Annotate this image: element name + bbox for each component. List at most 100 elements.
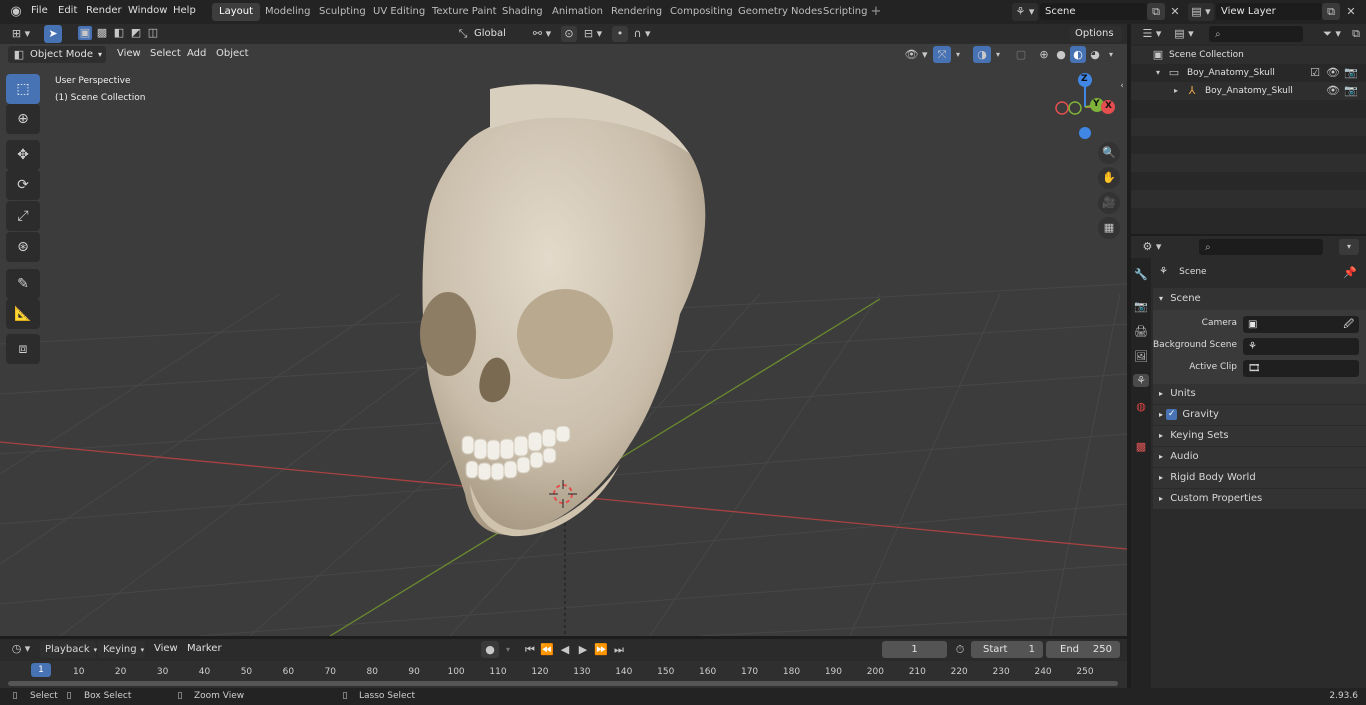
overlays-toggle-icon[interactable]: ◑ xyxy=(973,46,991,63)
custom-properties-panel-header[interactable]: ▸ Custom Properties xyxy=(1153,489,1366,509)
shading-rendered-icon[interactable]: ◕ xyxy=(1087,46,1103,63)
new-view-layer-icon[interactable]: ⧉ xyxy=(1322,3,1340,20)
display-mode-icon[interactable]: ▤ ▾ xyxy=(1171,26,1197,42)
viewport-menu-object[interactable]: Object xyxy=(216,44,249,64)
active-tool-icon[interactable]: ➤ xyxy=(44,25,62,43)
background-scene-field[interactable]: ⚘ xyxy=(1243,338,1359,355)
tab-shading[interactable]: Shading xyxy=(495,3,550,21)
prev-keyframe-icon[interactable]: ⏪ xyxy=(539,641,555,658)
shading-wireframe-icon[interactable]: ⊕ xyxy=(1036,46,1052,63)
delete-view-layer-icon[interactable]: ✕ xyxy=(1343,3,1359,20)
view-layer-selector-icon[interactable]: ▤ ▾ xyxy=(1188,3,1214,21)
tool-tab-icon[interactable]: 🔧 xyxy=(1133,268,1149,281)
jump-start-icon[interactable]: ⏮ xyxy=(522,641,538,658)
camera-field[interactable]: ▣ 🖉 xyxy=(1243,316,1359,333)
tab-rendering[interactable]: Rendering xyxy=(604,3,669,21)
eye-icon[interactable]: 👁 xyxy=(1326,64,1340,82)
tab-animation[interactable]: Animation xyxy=(545,3,610,21)
auto-keying-options-icon[interactable]: ▾ xyxy=(501,641,515,658)
pan-view-icon[interactable]: ✋ xyxy=(1098,167,1120,189)
zoom-view-icon[interactable]: 🔍 xyxy=(1098,142,1120,164)
expand-arrow-icon[interactable]: ▸ xyxy=(1171,82,1181,100)
gravity-panel-header[interactable]: ▸ ✓ Gravity xyxy=(1153,405,1366,425)
outliner-row-object[interactable]: ▸ ⅄ Boy_Anatomy_Skull 👁 📷 xyxy=(1131,82,1366,100)
transform-tool-icon[interactable]: ⊛ xyxy=(6,232,40,262)
tab-modeling[interactable]: Modeling xyxy=(258,3,318,21)
snap-target-icon[interactable]: ⊟ ▾ xyxy=(580,26,606,42)
menu-render[interactable]: Render xyxy=(86,0,122,24)
timeline-menu-playback[interactable]: Playback ▾ xyxy=(40,641,97,658)
menu-edit[interactable]: Edit xyxy=(58,0,77,24)
menu-window[interactable]: Window xyxy=(128,0,167,24)
gizmo-options-icon[interactable]: ▾ xyxy=(952,46,964,63)
new-scene-icon[interactable]: ⧉ xyxy=(1147,3,1165,20)
xray-toggle-icon[interactable]: ▢ xyxy=(1013,46,1029,63)
start-frame-field[interactable]: Start 1 xyxy=(971,641,1043,658)
properties-search-input[interactable]: ⌕ xyxy=(1199,239,1323,255)
camera-icon[interactable]: 📷 xyxy=(1344,64,1358,82)
select-mode-new-icon[interactable]: ▣ xyxy=(78,26,92,40)
tab-texture-paint[interactable]: Texture Paint xyxy=(425,3,504,21)
timeline-menu-view[interactable]: View xyxy=(154,639,178,659)
scale-tool-icon[interactable]: ⤢ xyxy=(6,201,40,231)
navigation-gizmo[interactable]: Z Y X xyxy=(1050,72,1120,142)
gizmo-toggle-icon[interactable]: ⤧ xyxy=(933,46,951,63)
next-keyframe-icon[interactable]: ⏩ xyxy=(593,641,609,658)
render-tab-icon[interactable]: 📷 xyxy=(1133,300,1149,313)
options-dropdown[interactable]: Options xyxy=(1070,26,1122,42)
record-icon[interactable]: ● xyxy=(481,641,499,658)
snap-toggle-icon[interactable]: ⊙ xyxy=(561,26,577,42)
audio-panel-header[interactable]: ▸ Audio xyxy=(1153,447,1366,467)
select-mode-extend-icon[interactable]: ▩ xyxy=(95,26,109,40)
world-tab-icon[interactable]: ◍ xyxy=(1133,400,1149,413)
outliner-search-input[interactable]: ⌕ xyxy=(1209,26,1303,42)
outliner-row-collection[interactable]: ▾ ▭ Boy_Anatomy_Skull ☑ 👁 📷 xyxy=(1131,64,1366,82)
skull-model[interactable] xyxy=(420,84,706,537)
visibility-selectability-icon[interactable]: 👁 ▾ xyxy=(903,46,929,63)
play-reverse-icon[interactable]: ◀ xyxy=(557,641,573,658)
timeline-menu-marker[interactable]: Marker xyxy=(187,639,222,659)
filter-icon[interactable]: ⏷ ▾ xyxy=(1319,26,1345,42)
delete-scene-icon[interactable]: ✕ xyxy=(1167,3,1183,20)
outliner-editor-type-icon[interactable]: ☰ ▾ xyxy=(1139,26,1165,42)
add-cube-tool-icon[interactable]: ⧈ xyxy=(6,334,40,364)
select-mode-intersect-icon[interactable]: ◫ xyxy=(146,26,160,40)
tab-layout[interactable]: Layout xyxy=(212,3,260,21)
tab-compositing[interactable]: Compositing xyxy=(663,3,740,21)
properties-editor-type-icon[interactable]: ⚙ ▾ xyxy=(1139,239,1165,255)
shading-material-icon[interactable]: ◐ xyxy=(1070,46,1086,63)
units-panel-header[interactable]: ▸ Units xyxy=(1153,384,1366,404)
exclude-checkbox-icon[interactable]: ☑ xyxy=(1309,64,1321,82)
jump-end-icon[interactable]: ⏭ xyxy=(611,641,627,658)
texture-tab-icon[interactable]: ▩ xyxy=(1133,440,1149,453)
rigid-body-panel-header[interactable]: ▸ Rigid Body World xyxy=(1153,468,1366,488)
rotate-tool-icon[interactable]: ⟳ xyxy=(6,170,40,200)
active-clip-field[interactable]: 🎞 xyxy=(1243,360,1359,377)
proportional-falloff-icon[interactable]: ∩ ▾ xyxy=(630,26,654,42)
output-tab-icon[interactable]: 🖨 xyxy=(1133,325,1149,338)
current-frame-field[interactable]: 1 xyxy=(882,641,947,658)
keying-sets-panel-header[interactable]: ▸ Keying Sets xyxy=(1153,426,1366,446)
properties-options-icon[interactable]: ▾ xyxy=(1339,239,1359,255)
select-mode-subtract-icon[interactable]: ◧ xyxy=(112,26,126,40)
blender-logo-icon[interactable]: ◉ xyxy=(8,4,24,20)
scene-name-field[interactable]: Scene xyxy=(1040,3,1147,20)
shading-solid-icon[interactable]: ● xyxy=(1053,46,1069,63)
add-workspace-icon[interactable]: + xyxy=(869,4,883,20)
annotate-tool-icon[interactable]: ✎ xyxy=(6,269,40,299)
playhead-marker[interactable]: 1 xyxy=(31,663,51,677)
select-box-tool-icon[interactable]: ⬚ xyxy=(6,74,40,104)
viewport-menu-view[interactable]: View xyxy=(117,44,141,64)
timeline-scrollbar[interactable] xyxy=(8,681,1118,686)
measure-tool-icon[interactable]: 📐 xyxy=(6,299,40,329)
tab-sculpting[interactable]: Sculpting xyxy=(312,3,373,21)
gravity-checkbox[interactable]: ✓ xyxy=(1166,408,1178,420)
cursor-tool-icon[interactable]: ⊕ xyxy=(6,104,40,134)
scene-selector-icon[interactable]: ⚘ ▾ xyxy=(1012,3,1038,21)
pin-icon[interactable]: 📌 xyxy=(1343,266,1357,279)
menu-help[interactable]: Help xyxy=(173,0,196,24)
end-frame-field[interactable]: End 250 xyxy=(1046,641,1120,658)
timeline-menu-keying[interactable]: Keying ▾ xyxy=(98,641,145,658)
tab-geometry-nodes[interactable]: Geometry Nodes xyxy=(731,3,829,21)
eye-icon[interactable]: 👁 xyxy=(1326,82,1340,100)
